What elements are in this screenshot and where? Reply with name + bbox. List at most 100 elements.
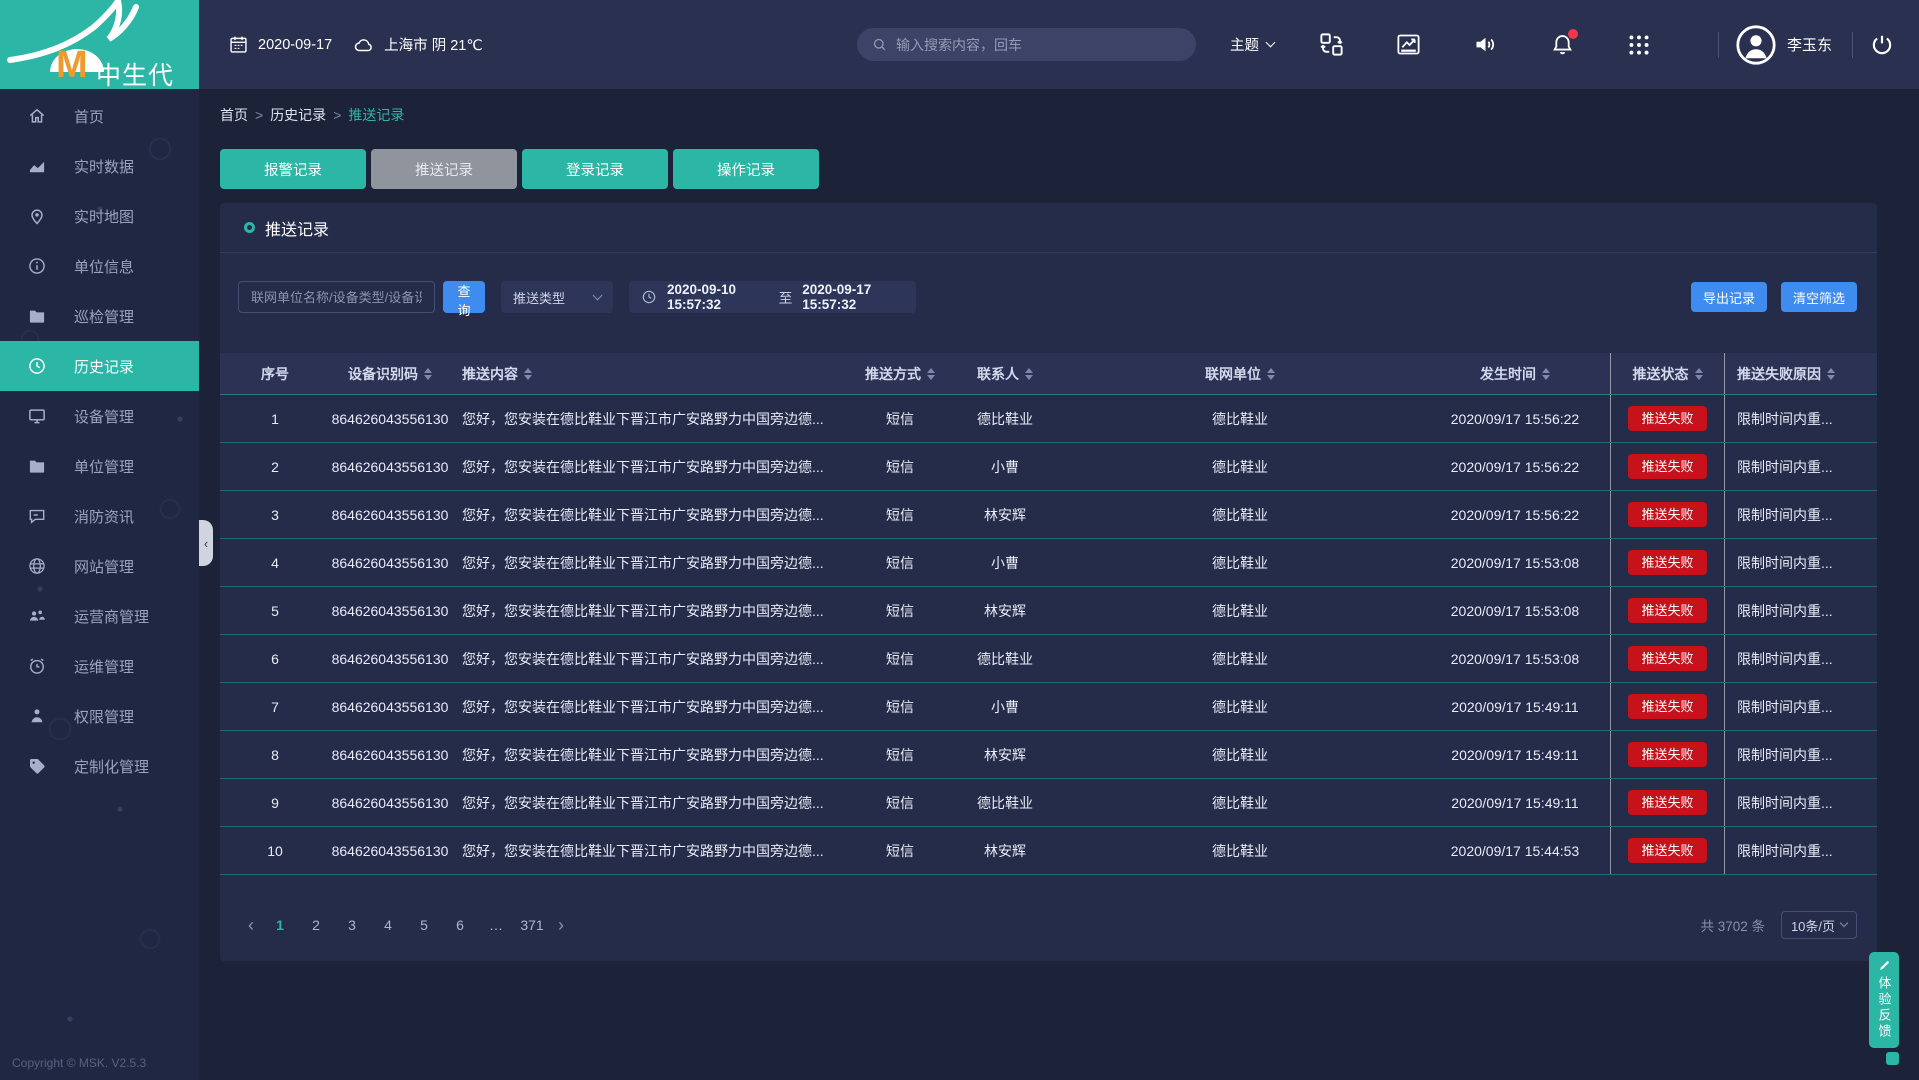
table-row: 2864626043556130您好，您安装在德比鞋业下晋江市广安路野力中国旁边… bbox=[220, 443, 1877, 491]
table-row: 4864626043556130您好，您安装在德比鞋业下晋江市广安路野力中国旁边… bbox=[220, 539, 1877, 587]
cell-7: 推送失败 bbox=[1610, 731, 1725, 778]
column-header-7[interactable]: 推送状态 bbox=[1610, 353, 1725, 394]
tab-1[interactable]: 推送记录 bbox=[371, 149, 517, 189]
column-header-1[interactable]: 设备识别码 bbox=[330, 353, 450, 394]
chevron-down-icon bbox=[1840, 919, 1848, 927]
feedback-tab[interactable]: 体验反馈 bbox=[1869, 952, 1899, 1048]
app-logo[interactable]: M 中生代 bbox=[0, 0, 199, 89]
column-header-4[interactable]: 联系人 bbox=[950, 353, 1060, 394]
column-header-2[interactable]: 推送内容 bbox=[450, 353, 850, 394]
sidebar: 首页实时数据实时地图单位信息巡检管理历史记录设备管理单位管理消防资讯网站管理运营… bbox=[0, 89, 199, 1080]
bell-icon[interactable] bbox=[1549, 31, 1576, 58]
page-number[interactable]: 4 bbox=[375, 912, 401, 938]
sidebar-item-8[interactable]: 消防资讯 bbox=[0, 491, 199, 541]
cell-8: 限制时间内重... bbox=[1725, 539, 1877, 586]
cell-1: 864626043556130 bbox=[330, 587, 450, 634]
cell-7: 推送失败 bbox=[1610, 779, 1725, 826]
records-table: 序号设备识别码推送内容推送方式联系人联网单位发生时间推送状态推送失败原因 186… bbox=[220, 353, 1877, 875]
cell-2: 您好，您安装在德比鞋业下晋江市广安路野力中国旁边德... bbox=[450, 683, 850, 730]
map-pin-icon bbox=[27, 206, 47, 226]
tag-icon bbox=[27, 756, 47, 776]
sort-icon bbox=[1267, 368, 1275, 380]
sidebar-item-1[interactable]: 实时数据 bbox=[0, 141, 199, 191]
cell-4: 小曹 bbox=[950, 539, 1060, 586]
sidebar-menu: 首页实时数据实时地图单位信息巡检管理历史记录设备管理单位管理消防资讯网站管理运营… bbox=[0, 89, 199, 791]
keyword-input[interactable] bbox=[238, 281, 435, 313]
feedback-mini-tab[interactable] bbox=[1886, 1052, 1899, 1065]
cell-3: 短信 bbox=[850, 683, 950, 730]
page-number[interactable]: 6 bbox=[447, 912, 473, 938]
prev-page-arrow[interactable]: ‹ bbox=[248, 916, 254, 934]
total-count: 共 3702 条 bbox=[1700, 915, 1765, 935]
cell-8: 限制时间内重... bbox=[1725, 635, 1877, 682]
sidebar-item-12[interactable]: 权限管理 bbox=[0, 691, 199, 741]
apps-grid-icon[interactable] bbox=[1626, 32, 1652, 58]
sidebar-item-5[interactable]: 历史记录 bbox=[0, 341, 199, 391]
header-date-weather: 2020-09-17 上海市 阴 21℃ bbox=[228, 0, 483, 89]
search-input[interactable] bbox=[896, 37, 1182, 53]
column-header-8[interactable]: 推送失败原因 bbox=[1725, 353, 1877, 394]
cell-4: 林安辉 bbox=[950, 731, 1060, 778]
app-root: M 中生代 2020-09-17 上海市 阴 21℃ bbox=[0, 0, 1919, 1080]
cell-2: 您好，您安装在德比鞋业下晋江市广安路野力中国旁边德... bbox=[450, 731, 850, 778]
query-button[interactable]: 查询 bbox=[443, 281, 485, 313]
power-icon[interactable] bbox=[1869, 32, 1895, 58]
sidebar-item-13[interactable]: 定制化管理 bbox=[0, 741, 199, 791]
next-page-arrow[interactable]: › bbox=[558, 916, 564, 934]
filter-bar: 查询 推送类型 2020-09-10 15:57:32 至 2020-09-17… bbox=[220, 281, 1877, 313]
page-ellipsis[interactable]: … bbox=[483, 912, 509, 938]
username[interactable]: 李玉东 bbox=[1787, 34, 1832, 55]
date-end: 2020-09-17 15:57:32 bbox=[802, 282, 904, 312]
volume-icon[interactable] bbox=[1472, 31, 1499, 58]
column-header-3[interactable]: 推送方式 bbox=[850, 353, 950, 394]
tab-3[interactable]: 操作记录 bbox=[673, 149, 819, 189]
sidebar-collapse-handle[interactable]: ‹ bbox=[199, 520, 213, 566]
tab-2[interactable]: 登录记录 bbox=[522, 149, 668, 189]
cell-7: 推送失败 bbox=[1610, 443, 1725, 490]
column-header-5[interactable]: 联网单位 bbox=[1060, 353, 1420, 394]
trend-chart-icon[interactable] bbox=[1395, 31, 1422, 58]
column-label: 设备识别码 bbox=[348, 364, 418, 384]
cell-1: 864626043556130 bbox=[330, 443, 450, 490]
date-range-picker[interactable]: 2020-09-10 15:57:32 至 2020-09-17 15:57:3… bbox=[629, 281, 916, 313]
cell-7: 推送失败 bbox=[1610, 395, 1725, 442]
cell-1: 864626043556130 bbox=[330, 779, 450, 826]
sidebar-item-7[interactable]: 单位管理 bbox=[0, 441, 199, 491]
page-number[interactable]: 2 bbox=[303, 912, 329, 938]
sidebar-item-2[interactable]: 实时地图 bbox=[0, 191, 199, 241]
cell-4: 林安辉 bbox=[950, 587, 1060, 634]
transfer-icon[interactable] bbox=[1318, 31, 1345, 58]
breadcrumb-item[interactable]: 首页 bbox=[220, 105, 248, 125]
breadcrumb-item[interactable]: 历史记录 bbox=[270, 105, 326, 125]
sidebar-item-3[interactable]: 单位信息 bbox=[0, 241, 199, 291]
export-button[interactable]: 导出记录 bbox=[1691, 282, 1767, 312]
cell-7: 推送失败 bbox=[1610, 491, 1725, 538]
page-number[interactable]: 3 bbox=[339, 912, 365, 938]
sidebar-item-10[interactable]: 运营商管理 bbox=[0, 591, 199, 641]
sidebar-item-label: 首页 bbox=[74, 106, 104, 127]
cell-8: 限制时间内重... bbox=[1725, 587, 1877, 634]
sidebar-item-11[interactable]: 运维管理 bbox=[0, 641, 199, 691]
users-icon bbox=[27, 606, 47, 626]
cell-2: 您好，您安装在德比鞋业下晋江市广安路野力中国旁边德... bbox=[450, 635, 850, 682]
cell-1: 864626043556130 bbox=[330, 731, 450, 778]
status-badge: 推送失败 bbox=[1628, 694, 1706, 719]
column-label: 序号 bbox=[261, 364, 289, 384]
theme-selector[interactable]: 主题 bbox=[1230, 34, 1274, 55]
user-avatar[interactable] bbox=[1735, 24, 1777, 66]
page-number[interactable]: 5 bbox=[411, 912, 437, 938]
page-number[interactable]: 371 bbox=[519, 912, 545, 938]
column-header-6[interactable]: 发生时间 bbox=[1420, 353, 1610, 394]
sidebar-item-9[interactable]: 网站管理 bbox=[0, 541, 199, 591]
page-size-select[interactable]: 10条/页 bbox=[1781, 911, 1857, 939]
page-size-value: 10条/页 bbox=[1791, 916, 1835, 935]
sidebar-item-6[interactable]: 设备管理 bbox=[0, 391, 199, 441]
clear-filter-button[interactable]: 清空筛选 bbox=[1781, 282, 1857, 312]
sidebar-item-label: 实时数据 bbox=[74, 156, 134, 177]
page-number[interactable]: 1 bbox=[267, 912, 293, 938]
sidebar-item-0[interactable]: 首页 bbox=[0, 91, 199, 141]
push-type-select[interactable]: 推送类型 bbox=[501, 281, 613, 313]
sidebar-item-4[interactable]: 巡检管理 bbox=[0, 291, 199, 341]
table-row: 3864626043556130您好，您安装在德比鞋业下晋江市广安路野力中国旁边… bbox=[220, 491, 1877, 539]
tab-0[interactable]: 报警记录 bbox=[220, 149, 366, 189]
